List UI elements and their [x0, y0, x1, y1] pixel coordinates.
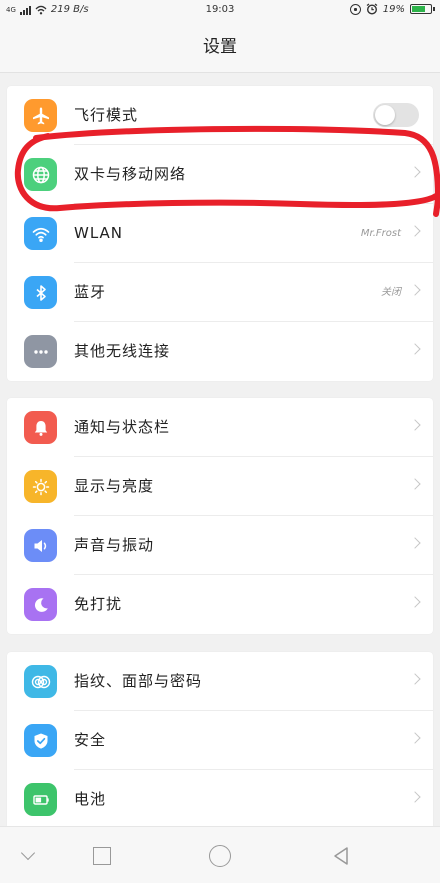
page-title: 设置: [0, 22, 440, 73]
chevron-right-icon: [409, 166, 421, 178]
battery-icon: [24, 783, 57, 816]
airplane-icon: [24, 99, 57, 132]
chevron-right-icon: [409, 791, 421, 803]
fingerprint-icon: [24, 665, 57, 698]
setting-label: 通知与状态栏: [74, 418, 171, 436]
chevron-down-icon[interactable]: [18, 845, 40, 867]
setting-label: 其他无线连接: [74, 342, 171, 360]
setting-battery[interactable]: 电池: [7, 770, 433, 826]
setting-label: WLAN: [74, 224, 124, 242]
wlan-network-name: Mr.Frost: [360, 228, 401, 239]
chevron-right-icon: [409, 596, 421, 608]
speaker-icon: [24, 529, 57, 562]
chevron-right-icon: [409, 478, 421, 490]
setting-label: 安全: [74, 731, 107, 749]
bluetooth-status: 关闭: [381, 287, 401, 298]
setting-label: 声音与振动: [74, 536, 155, 554]
chevron-right-icon: [409, 343, 421, 355]
setting-security[interactable]: 安全: [7, 711, 433, 770]
setting-sound-vibration[interactable]: 声音与振动: [7, 516, 433, 575]
alarm-icon: [366, 3, 378, 15]
setting-other-wireless[interactable]: 其他无线连接: [7, 322, 433, 381]
settings-group-display-sound: 通知与状态栏 显示与亮度 声音与振动 免打扰: [7, 398, 433, 634]
sun-icon: [24, 470, 57, 503]
moon-icon: [24, 588, 57, 621]
setting-label: 双卡与移动网络: [74, 165, 187, 183]
setting-wlan[interactable]: WLAN Mr.Frost: [7, 204, 433, 263]
more-icon: [24, 335, 57, 368]
setting-label: 蓝牙: [74, 283, 107, 301]
chevron-right-icon: [409, 732, 421, 744]
setting-label: 飞行模式: [74, 106, 139, 124]
shield-icon: [24, 724, 57, 757]
setting-label: 电池: [74, 790, 107, 808]
setting-airplane-mode[interactable]: 飞行模式: [7, 86, 433, 145]
globe-icon: [24, 158, 57, 191]
settings-group-connectivity: 飞行模式 双卡与移动网络 WLAN Mr.Frost 蓝牙 关闭 其他无线连接: [7, 86, 433, 381]
battery-percent: 19%: [382, 3, 405, 15]
setting-display-brightness[interactable]: 显示与亮度: [7, 457, 433, 516]
toggle-knob: [375, 105, 395, 125]
lock-rotation-icon: [349, 3, 361, 15]
setting-notifications-status-bar[interactable]: 通知与状态栏: [7, 398, 433, 457]
bell-icon: [24, 411, 57, 444]
setting-bluetooth[interactable]: 蓝牙 关闭: [7, 263, 433, 322]
setting-label: 免打扰: [74, 595, 123, 613]
chevron-right-icon: [409, 419, 421, 431]
home-button[interactable]: [209, 845, 231, 867]
chevron-right-icon: [409, 225, 421, 237]
setting-do-not-disturb[interactable]: 免打扰: [7, 575, 433, 634]
setting-label: 显示与亮度: [74, 477, 155, 495]
status-right: 19%: [349, 3, 435, 15]
status-bar: 4G 219 B/s 19:03 19%: [0, 0, 440, 22]
airplane-mode-toggle[interactable]: [373, 103, 419, 127]
setting-dual-sim-mobile-network[interactable]: 双卡与移动网络: [7, 145, 433, 204]
recent-apps-button[interactable]: [93, 847, 111, 865]
system-navigation-bar: [0, 826, 440, 883]
setting-fingerprint-face-password[interactable]: 指纹、面部与密码: [7, 652, 433, 711]
chevron-right-icon: [409, 673, 421, 685]
settings-group-security: 指纹、面部与密码 安全 电池: [7, 652, 433, 826]
battery-status-icon: [410, 4, 435, 14]
wifi-icon: [24, 217, 57, 250]
chevron-right-icon: [409, 284, 421, 296]
chevron-right-icon: [409, 537, 421, 549]
back-button[interactable]: [330, 845, 352, 867]
bluetooth-icon: [24, 276, 57, 309]
setting-label: 指纹、面部与密码: [74, 672, 203, 690]
